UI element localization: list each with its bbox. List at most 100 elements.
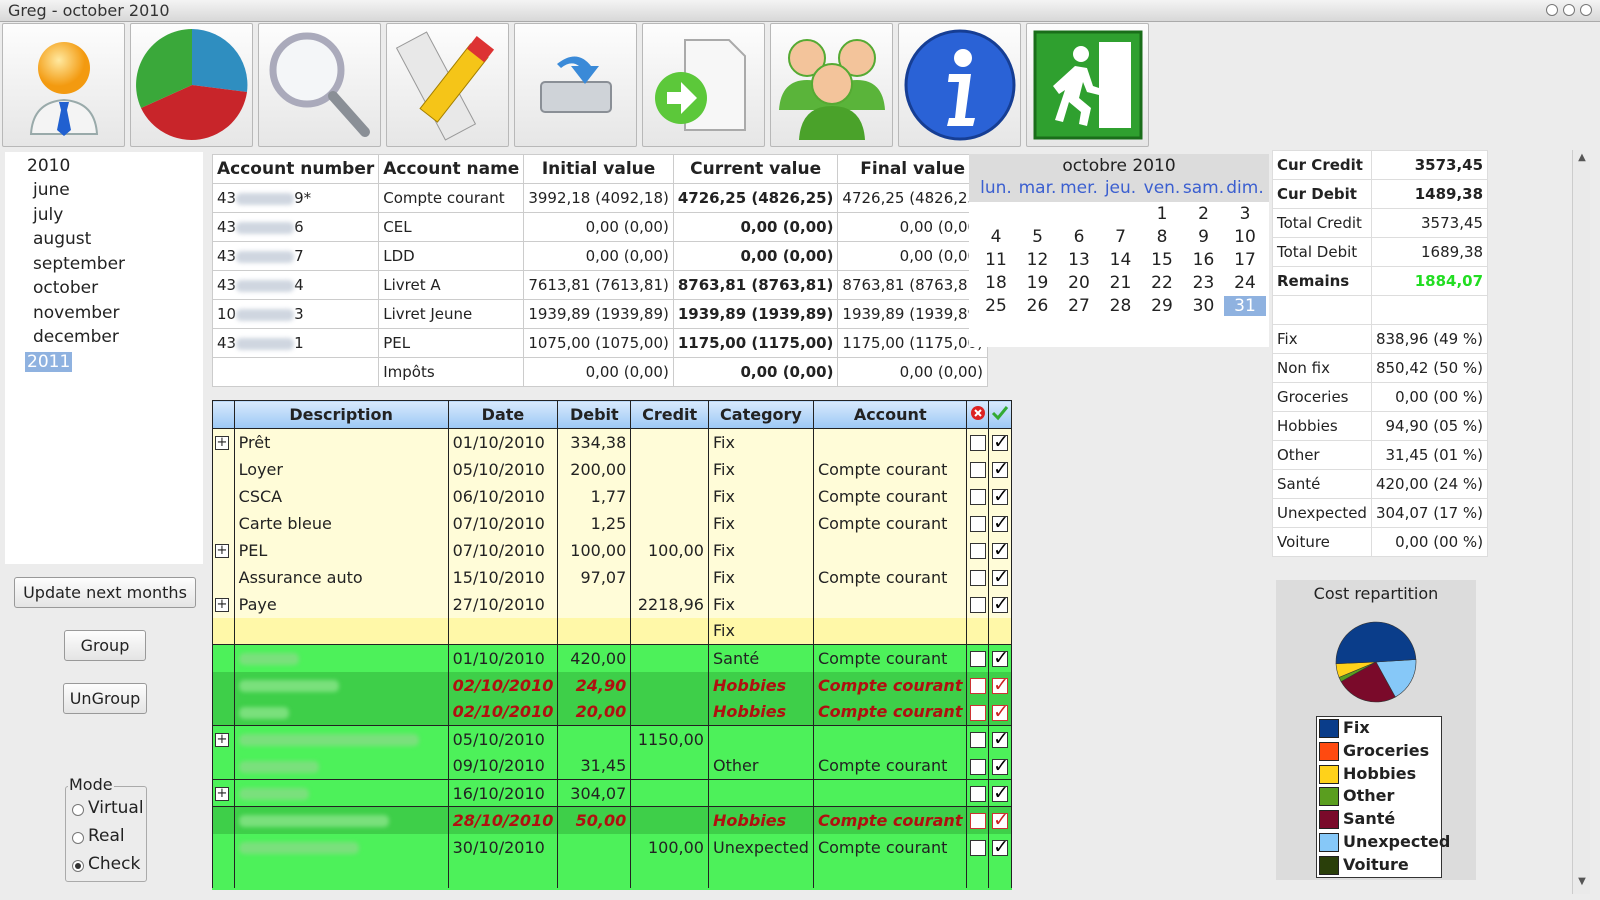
delete-checkbox[interactable] — [969, 813, 986, 830]
checked-checkbox[interactable] — [992, 539, 1009, 561]
stats-button[interactable] — [130, 23, 253, 147]
checked-checkbox[interactable] — [992, 728, 1009, 750]
users-button[interactable] — [770, 23, 893, 147]
expand-icon[interactable]: + — [215, 787, 229, 801]
delete-checkbox[interactable] — [969, 758, 986, 775]
mode-real-radio[interactable] — [72, 832, 84, 844]
calendar-day[interactable]: 6 — [1058, 227, 1100, 247]
calendar-day[interactable]: 20 — [1058, 273, 1100, 293]
calendar-day[interactable]: 1 — [1141, 204, 1183, 224]
checked-checkbox[interactable] — [992, 431, 1009, 453]
calendar-day[interactable]: 14 — [1100, 250, 1142, 270]
tree-year-2010[interactable]: 2010 — [27, 156, 70, 176]
account-row[interactable]: Impôts 0,00 (0,00) 0,00 (0,00) 0,00 (0,00) — [211, 357, 988, 387]
profile-button[interactable] — [2, 23, 125, 147]
account-row[interactable]: 43 4 Livret A 7613,81 (7613,81) 8763,81 (876… — [211, 270, 988, 300]
tree-month[interactable]: september — [33, 254, 125, 274]
operation-row[interactable]: 28/10/2010 50,00 Hobbies Compte courant — [212, 806, 1012, 834]
tree-month[interactable]: june — [33, 180, 70, 200]
delete-checkbox[interactable] — [969, 704, 986, 721]
col-account-number[interactable]: Account number — [211, 154, 380, 184]
vertical-scrollbar[interactable]: ▲ ▼ — [1572, 150, 1590, 894]
account-row[interactable]: 10 3 Livret Jeune 1939,89 (1939,89) 1939,89 … — [211, 299, 988, 329]
search-button[interactable] — [258, 23, 381, 147]
delete-checkbox[interactable] — [969, 570, 986, 586]
calendar-day[interactable]: 13 — [1058, 250, 1100, 270]
scroll-down-icon[interactable]: ▼ — [1575, 876, 1589, 890]
checked-checkbox[interactable] — [992, 674, 1009, 696]
tree-month[interactable]: november — [33, 303, 120, 323]
col-final-value[interactable]: Final value — [837, 154, 988, 184]
about-button[interactable] — [898, 23, 1021, 147]
operation-row[interactable]: + Paye 27/10/2010 2218,96 Fix — [212, 590, 1012, 618]
mode-check-radio[interactable] — [72, 860, 84, 872]
account-row[interactable]: 43 9* Compte courant 3992,18 (4092,18) 4726,… — [211, 183, 988, 213]
calendar-day[interactable]: 19 — [1017, 273, 1059, 293]
delete-checkbox[interactable] — [969, 462, 986, 478]
checked-checkbox[interactable] — [992, 566, 1009, 588]
col-category[interactable]: Category — [707, 400, 814, 429]
calendar-day[interactable]: 26 — [1017, 296, 1059, 316]
operation-row[interactable]: 02/10/2010 24,90 Hobbies Compte courant — [212, 671, 1012, 699]
expand-icon[interactable]: + — [215, 598, 229, 612]
calendar-day[interactable]: 30 — [1183, 296, 1225, 316]
account-row[interactable]: 43 1 PEL 1075,00 (1075,00) 1175,00 (1175,00)… — [211, 328, 988, 358]
calendar-day[interactable]: 25 — [975, 296, 1017, 316]
col-credit[interactable]: Credit — [630, 400, 709, 429]
minimize-icon[interactable] — [1546, 4, 1558, 16]
col-description[interactable]: Description — [233, 400, 449, 429]
close-icon[interactable] — [1580, 4, 1592, 16]
tree-month[interactable]: october — [33, 278, 98, 298]
update-next-months-button[interactable]: Update next months — [14, 577, 196, 608]
col-debit[interactable]: Debit — [557, 400, 632, 429]
checked-checkbox[interactable] — [992, 809, 1009, 831]
operation-row[interactable]: Assurance auto 15/10/2010 97,07 Fix Compte c… — [212, 563, 1012, 591]
delete-checkbox[interactable] — [969, 840, 986, 856]
mode-virtual-radio[interactable] — [72, 804, 84, 816]
account-row[interactable]: 43 6 CEL 0,00 (0,00) 0,00 (0,00) 0,00 (0,00) — [211, 212, 988, 242]
operation-row[interactable]: +16/10/2010 304,07 — [212, 779, 1012, 807]
operation-row[interactable]: +05/10/2010 1150,00 — [212, 725, 1012, 753]
calendar-day[interactable]: 17 — [1224, 250, 1266, 270]
tree-year-2011[interactable]: 2011 — [25, 352, 73, 372]
scroll-up-icon[interactable]: ▲ — [1575, 152, 1589, 166]
delete-checkbox[interactable] — [969, 651, 986, 668]
delete-checkbox[interactable] — [969, 678, 986, 694]
ungroup-button[interactable]: UnGroup — [63, 683, 147, 714]
operation-row[interactable]: Loyer 05/10/2010 200,00 Fix Compte courant — [212, 455, 1012, 483]
operation-row[interactable]: Carte bleue 07/10/2010 1,25 Fix Compte coura… — [212, 509, 1012, 537]
operation-row[interactable]: 30/10/2010 100,00 Unexpected Compte courant — [212, 833, 1012, 861]
col-date[interactable]: Date — [447, 400, 559, 429]
expand-icon[interactable]: + — [215, 436, 229, 451]
col-account[interactable]: Account — [812, 400, 968, 429]
calendar-day[interactable]: 24 — [1224, 273, 1266, 293]
calendar-day[interactable]: 16 — [1183, 250, 1225, 270]
calendar-day[interactable]: 10 — [1224, 227, 1266, 247]
tree-month[interactable]: july — [33, 205, 63, 225]
checked-checkbox[interactable] — [992, 485, 1009, 507]
tree-month[interactable]: december — [33, 327, 119, 347]
maximize-icon[interactable] — [1563, 4, 1575, 16]
delete-checkbox[interactable] — [969, 786, 986, 802]
calendar-day[interactable]: 15 — [1141, 250, 1183, 270]
operation-row[interactable]: Fix — [212, 617, 1012, 645]
operation-row[interactable]: 09/10/2010 31,45 Other Compte courant — [212, 752, 1012, 780]
calendar-day[interactable]: 2 — [1183, 204, 1225, 224]
operation-row[interactable]: 02/10/2010 20,00 Hobbies Compte courant — [212, 698, 1012, 726]
col-delete[interactable] — [966, 400, 990, 429]
checked-checkbox[interactable] — [992, 458, 1009, 480]
checked-checkbox[interactable] — [992, 755, 1009, 777]
operation-row[interactable]: + PEL 07/10/2010 100,00 100,00 Fix — [212, 536, 1012, 564]
calendar-day[interactable]: 31 — [1224, 296, 1266, 316]
import-button[interactable] — [514, 23, 637, 147]
checked-checkbox[interactable] — [992, 782, 1009, 804]
calendar-day[interactable]: 29 — [1141, 296, 1183, 316]
calendar-day[interactable]: 18 — [975, 273, 1017, 293]
calendar-day[interactable]: 8 — [1141, 227, 1183, 247]
calendar-day[interactable]: 7 — [1100, 227, 1142, 247]
calendar-day[interactable]: 9 — [1183, 227, 1225, 247]
delete-checkbox[interactable] — [969, 516, 986, 532]
expand-icon[interactable]: + — [215, 733, 229, 748]
checked-checkbox[interactable] — [992, 701, 1009, 723]
expand-icon[interactable]: + — [215, 544, 229, 558]
